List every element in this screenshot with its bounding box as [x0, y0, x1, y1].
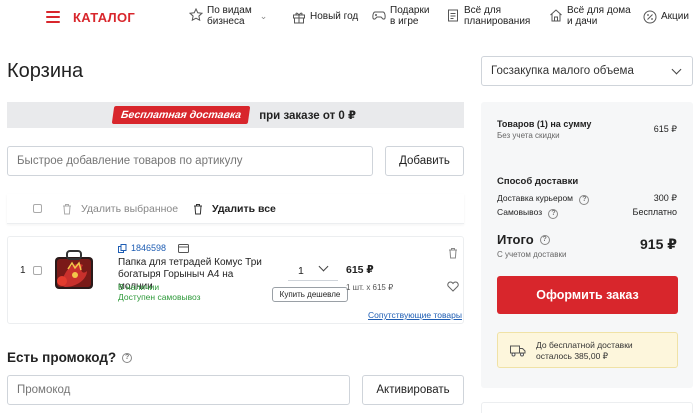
quick-add-input[interactable] [7, 146, 373, 176]
order-summary: Товаров (1) на сумму 615 ₽ Без учета ски… [481, 102, 693, 388]
nav-label: Новый год [310, 11, 359, 22]
courier-value: 300 ₽ [653, 193, 677, 203]
free-delivery-line1: До бесплатной доставки [536, 340, 633, 350]
nav-label: Акции [661, 11, 689, 22]
menu-icon[interactable] [46, 11, 60, 23]
pickup-status: Доступен самовывоз [118, 292, 201, 302]
activate-button[interactable]: Активировать [362, 375, 464, 405]
nav-item-home[interactable]: Всё для дома и дачи [549, 5, 631, 27]
free-delivery-badge: Бесплатная доставка [111, 106, 251, 124]
house-icon [549, 8, 563, 22]
no-discount-note: Без учета скидки [497, 131, 560, 140]
bulk-actions-bar: Удалить выбранное Удалить все [7, 194, 464, 224]
copy-icon[interactable] [118, 243, 127, 253]
item-checkbox[interactable] [33, 266, 42, 275]
free-delivery-line2: осталось 385,00 ₽ [536, 351, 609, 361]
delivery-method-heading: Способ доставки [497, 176, 579, 187]
nav-item-planning[interactable]: Всё для планирования [446, 5, 530, 27]
nav-label: планирования [464, 16, 531, 27]
total-value: 915 ₽ [640, 236, 677, 252]
nav-label: Всё для [464, 5, 502, 16]
star-icon [188, 7, 204, 22]
promo-title-text: Есть промокод? [7, 350, 117, 365]
purchase-type-value: Госзакупка малого объема [491, 65, 634, 77]
product-image[interactable] [53, 247, 95, 295]
nav-item-promo[interactable]: Акции [643, 10, 689, 24]
nav-item-business[interactable]: По видам бизнеса ⌄ [188, 5, 268, 27]
total-label-text: Итого [497, 232, 534, 247]
trash-icon[interactable] [448, 247, 458, 259]
cart-item: 1 1846598 Папка для тетрадей Комус Три б… [7, 236, 464, 324]
item-sku-value: 1846598 [131, 243, 167, 253]
nav-label: в игре [390, 16, 419, 27]
chevron-down-icon: ⌄ [259, 11, 268, 21]
help-icon[interactable]: ? [579, 194, 590, 205]
item-index: 1 [20, 265, 26, 276]
free-delivery-text: при заказе от 0 ₽ [259, 110, 357, 122]
quantity-value[interactable]: 1 [298, 265, 304, 277]
related-products-link[interactable]: Сопутствующие товары [368, 310, 462, 320]
checkout-button[interactable]: Оформить заказ [497, 276, 678, 314]
total-note: С учетом доставки [497, 250, 567, 259]
trash-icon [63, 204, 71, 215]
select-all-checkbox[interactable] [33, 204, 42, 213]
delete-all-button[interactable]: Удалить все [193, 203, 276, 215]
courier-label-text: Доставка курьером [497, 193, 574, 203]
total-label: Итого ? [497, 232, 550, 247]
percent-icon [643, 10, 657, 24]
goods-value: 615 ₽ [653, 124, 677, 134]
nav-item-gifts-game[interactable]: Подарки в игре [372, 5, 429, 27]
help-icon[interactable]: ? [122, 352, 133, 363]
stock-status: В наличии [118, 282, 160, 292]
nav-label: Подарки [390, 5, 430, 16]
add-button[interactable]: Добавить [385, 146, 464, 176]
page-title: Корзина [7, 60, 84, 82]
item-sku[interactable]: 1846598 [118, 243, 190, 253]
nav-item-new-year[interactable]: Новый год [292, 11, 358, 24]
heart-icon[interactable] [447, 281, 459, 292]
gift-icon [292, 10, 306, 24]
promo-code-input[interactable] [7, 375, 350, 405]
top-nav: КАТАЛОГ По видам бизнеса ⌄ Новый год Пода… [0, 0, 700, 36]
promo-title: Есть промокод? ? [7, 350, 133, 365]
truck-icon [510, 345, 526, 357]
purchase-type-select[interactable]: Госзакупка малого объема [481, 56, 693, 86]
item-price: 615 ₽ [346, 264, 374, 276]
nav-label: бизнеса [207, 16, 245, 27]
nav-label: По видам [207, 5, 252, 16]
pickup-value: Бесплатно [632, 207, 677, 217]
delete-selected-button[interactable]: Удалить выбранное [62, 203, 178, 215]
nav-label: Всё для дома [567, 5, 631, 16]
secondary-panel [481, 402, 693, 413]
free-delivery-progress: До бесплатной доставки осталось 385,00 ₽ [497, 332, 678, 368]
nav-label: и дачи [567, 16, 598, 27]
courier-label: Доставка курьером ? [497, 193, 590, 205]
free-delivery-banner: Бесплатная доставка при заказе от 0 ₽ [7, 102, 464, 128]
catalog-link[interactable]: КАТАЛОГ [73, 10, 135, 25]
chevron-down-icon [671, 64, 682, 75]
chevron-down-icon[interactable] [318, 261, 329, 272]
goods-label: Товаров (1) на сумму [497, 119, 592, 129]
help-icon[interactable]: ? [539, 234, 550, 245]
delete-selected-label: Удалить выбранное [81, 203, 179, 215]
trash-icon [194, 204, 202, 215]
help-icon[interactable]: ? [548, 208, 559, 219]
clipboard-icon [446, 8, 460, 22]
pickup-label-text: Самовывоз [497, 207, 543, 217]
pickup-label: Самовывоз ? [497, 207, 559, 219]
item-unit-price: 1 шт. x 615 ₽ [346, 283, 394, 292]
card-icon[interactable] [178, 243, 190, 253]
buy-cheaper-button[interactable]: Купить дешевле [272, 287, 348, 302]
delete-all-label: Удалить все [212, 203, 276, 215]
quantity-underline [288, 280, 338, 281]
gamepad-icon [372, 8, 386, 22]
free-delivery-remaining: До бесплатной доставки осталось 385,00 ₽ [536, 340, 633, 362]
